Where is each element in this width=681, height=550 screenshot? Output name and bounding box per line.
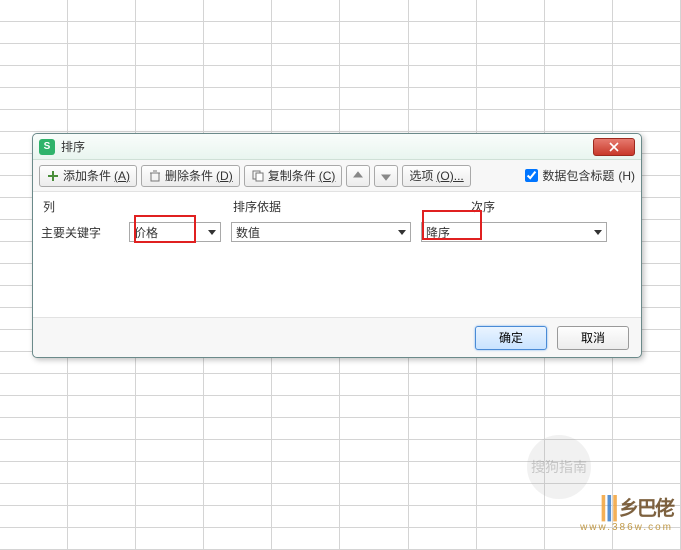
copy-condition-button[interactable]: 复制条件(C) [244, 165, 343, 187]
copy-icon [251, 169, 265, 183]
add-condition-button[interactable]: 添加条件(A) [39, 165, 137, 187]
order-dropdown-value: 降序 [426, 224, 594, 241]
delete-condition-button[interactable]: 删除条件(D) [141, 165, 240, 187]
app-icon: S [39, 139, 55, 155]
header-column: 列 [43, 198, 133, 215]
options-button[interactable]: 选项(O)... [402, 165, 470, 187]
arrow-up-icon [353, 171, 363, 181]
primary-key-label: 主要关键字 [41, 224, 129, 241]
ok-button[interactable]: 确定 [475, 326, 547, 350]
dialog-title: 排序 [61, 138, 85, 155]
close-icon [609, 142, 619, 152]
watermark-logo: |||乡巴佬 [580, 490, 673, 522]
arrow-down-icon [381, 171, 391, 181]
has-header-label: 数据包含标题 [542, 167, 614, 184]
column-dropdown[interactable]: 价格 [129, 222, 221, 242]
chevron-down-icon [398, 230, 406, 235]
column-headers: 列 排序依据 次序 [41, 198, 633, 219]
dialog-footer: 确定 取消 [33, 317, 641, 357]
chevron-down-icon [208, 230, 216, 235]
copy-condition-label: 复制条件 [268, 167, 316, 184]
close-button[interactable] [593, 138, 635, 156]
sort-dialog: S 排序 添加条件(A) 删除条件(D) 复制条件(C) 选项(O)... [32, 133, 642, 358]
has-header-checkbox-wrap[interactable]: 数据包含标题(H) [525, 167, 635, 184]
move-up-button[interactable] [346, 165, 370, 187]
move-down-button[interactable] [374, 165, 398, 187]
delete-condition-label: 删除条件 [165, 167, 213, 184]
order-dropdown[interactable]: 降序 [421, 222, 607, 242]
trash-icon [148, 169, 162, 183]
has-header-checkbox[interactable] [525, 169, 538, 182]
options-label: 选项 [409, 167, 433, 184]
add-condition-label: 添加条件 [63, 167, 111, 184]
basis-dropdown[interactable]: 数值 [231, 222, 411, 242]
toolbar: 添加条件(A) 删除条件(D) 复制条件(C) 选项(O)... 数据包含标题(… [33, 160, 641, 192]
basis-dropdown-value: 数值 [236, 224, 398, 241]
watermark-url: www.386w.com [580, 522, 673, 533]
header-sortby: 排序依据 [233, 198, 423, 215]
header-order: 次序 [471, 198, 591, 215]
cancel-button[interactable]: 取消 [557, 326, 629, 350]
titlebar[interactable]: S 排序 [33, 134, 641, 160]
sort-body: 列 排序依据 次序 主要关键字 价格 数值 降序 [33, 192, 641, 317]
chevron-down-icon [594, 230, 602, 235]
column-dropdown-value: 价格 [134, 224, 208, 241]
watermark: |||乡巴佬 www.386w.com [580, 490, 673, 533]
sort-row: 主要关键字 价格 数值 降序 [41, 219, 633, 245]
plus-icon [46, 169, 60, 183]
